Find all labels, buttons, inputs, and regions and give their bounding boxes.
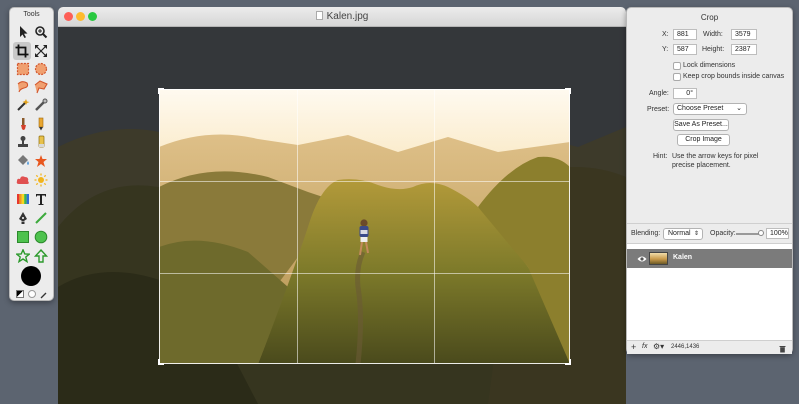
brush-icon[interactable]	[15, 116, 31, 132]
crop-handle-bottom-right[interactable]	[565, 359, 571, 365]
blending-label: Blending:	[631, 230, 661, 237]
hint-text-line1: Use the arrow keys for pixel	[672, 153, 759, 160]
blending-select[interactable]: Normal ⇕	[663, 228, 703, 240]
preset-label: Preset:	[647, 106, 670, 113]
crop-grid-line	[160, 273, 569, 274]
crop-image-button[interactable]: Crop Image	[677, 134, 730, 146]
cursor-coordinates: 2446,1436	[671, 344, 700, 350]
arrow-up-icon[interactable]	[33, 248, 49, 264]
crop-handle-bottom-left[interactable]	[158, 359, 164, 365]
crop-handle-top-left[interactable]	[158, 88, 164, 94]
eyedropper-icon[interactable]	[40, 290, 48, 298]
sun-icon[interactable]	[33, 172, 49, 188]
x-input[interactable]	[673, 29, 697, 40]
width-input[interactable]	[731, 29, 757, 40]
polygon-lasso-icon[interactable]	[33, 79, 49, 95]
document-window: Kalen.jpg	[58, 7, 626, 404]
opacity-slider[interactable]	[736, 230, 764, 236]
layers-panel: Blending: Normal ⇕ Opacity: Kalen + fx ⚙…	[627, 223, 792, 354]
width-label: Width:	[703, 31, 723, 38]
inspector-panel: Crop X: Width: Y: Height: Lock dimension…	[626, 7, 793, 354]
crop-icon[interactable]	[13, 42, 31, 60]
keep-bounds-label: Keep crop bounds inside canvas	[683, 73, 785, 80]
lock-dimensions-label: Lock dimensions	[683, 62, 736, 69]
blending-bar: Blending: Normal ⇕ Opacity:	[627, 224, 792, 244]
default-colors-icon[interactable]	[16, 289, 24, 298]
color-swap-controls	[16, 289, 48, 298]
pen-icon[interactable]	[15, 210, 31, 226]
expand-arrows-icon[interactable]	[33, 43, 49, 59]
ellipse-select-icon[interactable]	[33, 61, 49, 77]
magnifier-icon[interactable]	[33, 24, 49, 40]
lock-dimensions-checkbox[interactable]	[673, 62, 681, 70]
lasso-icon[interactable]	[15, 79, 31, 95]
angle-label: Angle:	[649, 90, 669, 97]
tools-palette: Tools	[9, 7, 54, 301]
gradient-icon[interactable]	[15, 191, 31, 207]
cloud-icon[interactable]	[15, 172, 31, 188]
magic-wand-icon[interactable]	[15, 97, 31, 113]
quick-select-icon[interactable]	[33, 97, 49, 113]
layer-row-kalen[interactable]: Kalen	[627, 249, 792, 268]
preset-select-value: Choose Preset	[677, 105, 724, 112]
layer-thumbnail	[649, 252, 668, 265]
star-icon[interactable]	[15, 248, 31, 264]
angle-input[interactable]	[673, 88, 697, 99]
document-title-text: Kalen.jpg	[326, 11, 369, 22]
tools-title: Tools	[23, 11, 40, 18]
line-icon[interactable]	[33, 210, 49, 226]
eye-icon[interactable]	[637, 254, 647, 266]
sponge-icon[interactable]	[33, 153, 49, 169]
square-icon[interactable]	[15, 229, 31, 245]
add-layer-button[interactable]: +	[631, 342, 636, 352]
stamp-icon[interactable]	[15, 134, 31, 150]
preset-select[interactable]: Choose Preset ⌄	[673, 103, 747, 115]
document-title: Kalen.jpg	[58, 11, 626, 22]
height-input[interactable]	[731, 44, 757, 55]
crop-grid-line	[297, 90, 298, 363]
chevron-down-icon: ⌄	[736, 105, 742, 112]
layers-bottom-bar: + fx ⚙▾ 2446,1436	[627, 340, 792, 354]
blending-select-value: Normal	[668, 230, 691, 237]
circle-icon[interactable]	[33, 229, 49, 245]
background-color-swatch[interactable]	[28, 289, 36, 298]
y-input[interactable]	[673, 44, 697, 55]
gear-icon[interactable]: ⚙▾	[653, 342, 664, 351]
keep-bounds-checkbox[interactable]	[673, 73, 681, 81]
crop-handle-top-right[interactable]	[565, 88, 571, 94]
bucket-icon[interactable]	[15, 153, 31, 169]
height-label: Height:	[702, 46, 725, 53]
x-label: X:	[662, 31, 669, 38]
crop-grid-line	[160, 181, 569, 182]
updown-chevron-icon: ⇕	[693, 231, 699, 237]
opacity-label: Opacity:	[710, 230, 736, 237]
crop-panel-title: Crop	[700, 13, 719, 22]
save-as-preset-button[interactable]: Save As Preset...	[673, 119, 729, 131]
eraser-icon[interactable]	[33, 134, 49, 150]
trash-icon[interactable]	[779, 344, 786, 356]
document-titlebar: Kalen.jpg	[58, 7, 626, 27]
crop-selection-box[interactable]	[158, 88, 571, 365]
text-icon[interactable]	[33, 191, 49, 207]
y-label: Y:	[662, 46, 669, 53]
opacity-input[interactable]	[766, 228, 789, 239]
pointer-icon[interactable]	[15, 24, 31, 40]
pencil-icon[interactable]	[33, 116, 49, 132]
hint-text-line2: precise placement.	[672, 162, 731, 169]
hint-label: Hint:	[653, 153, 668, 160]
document-file-icon	[315, 11, 323, 20]
opacity-slider-knob[interactable]	[758, 230, 764, 236]
foreground-color-swatch[interactable]	[21, 266, 41, 286]
image-canvas[interactable]	[58, 27, 626, 404]
crop-grid-line	[434, 90, 435, 363]
fx-button[interactable]: fx	[642, 343, 647, 350]
layer-name: Kalen	[673, 254, 693, 261]
rect-select-icon[interactable]	[15, 61, 31, 77]
